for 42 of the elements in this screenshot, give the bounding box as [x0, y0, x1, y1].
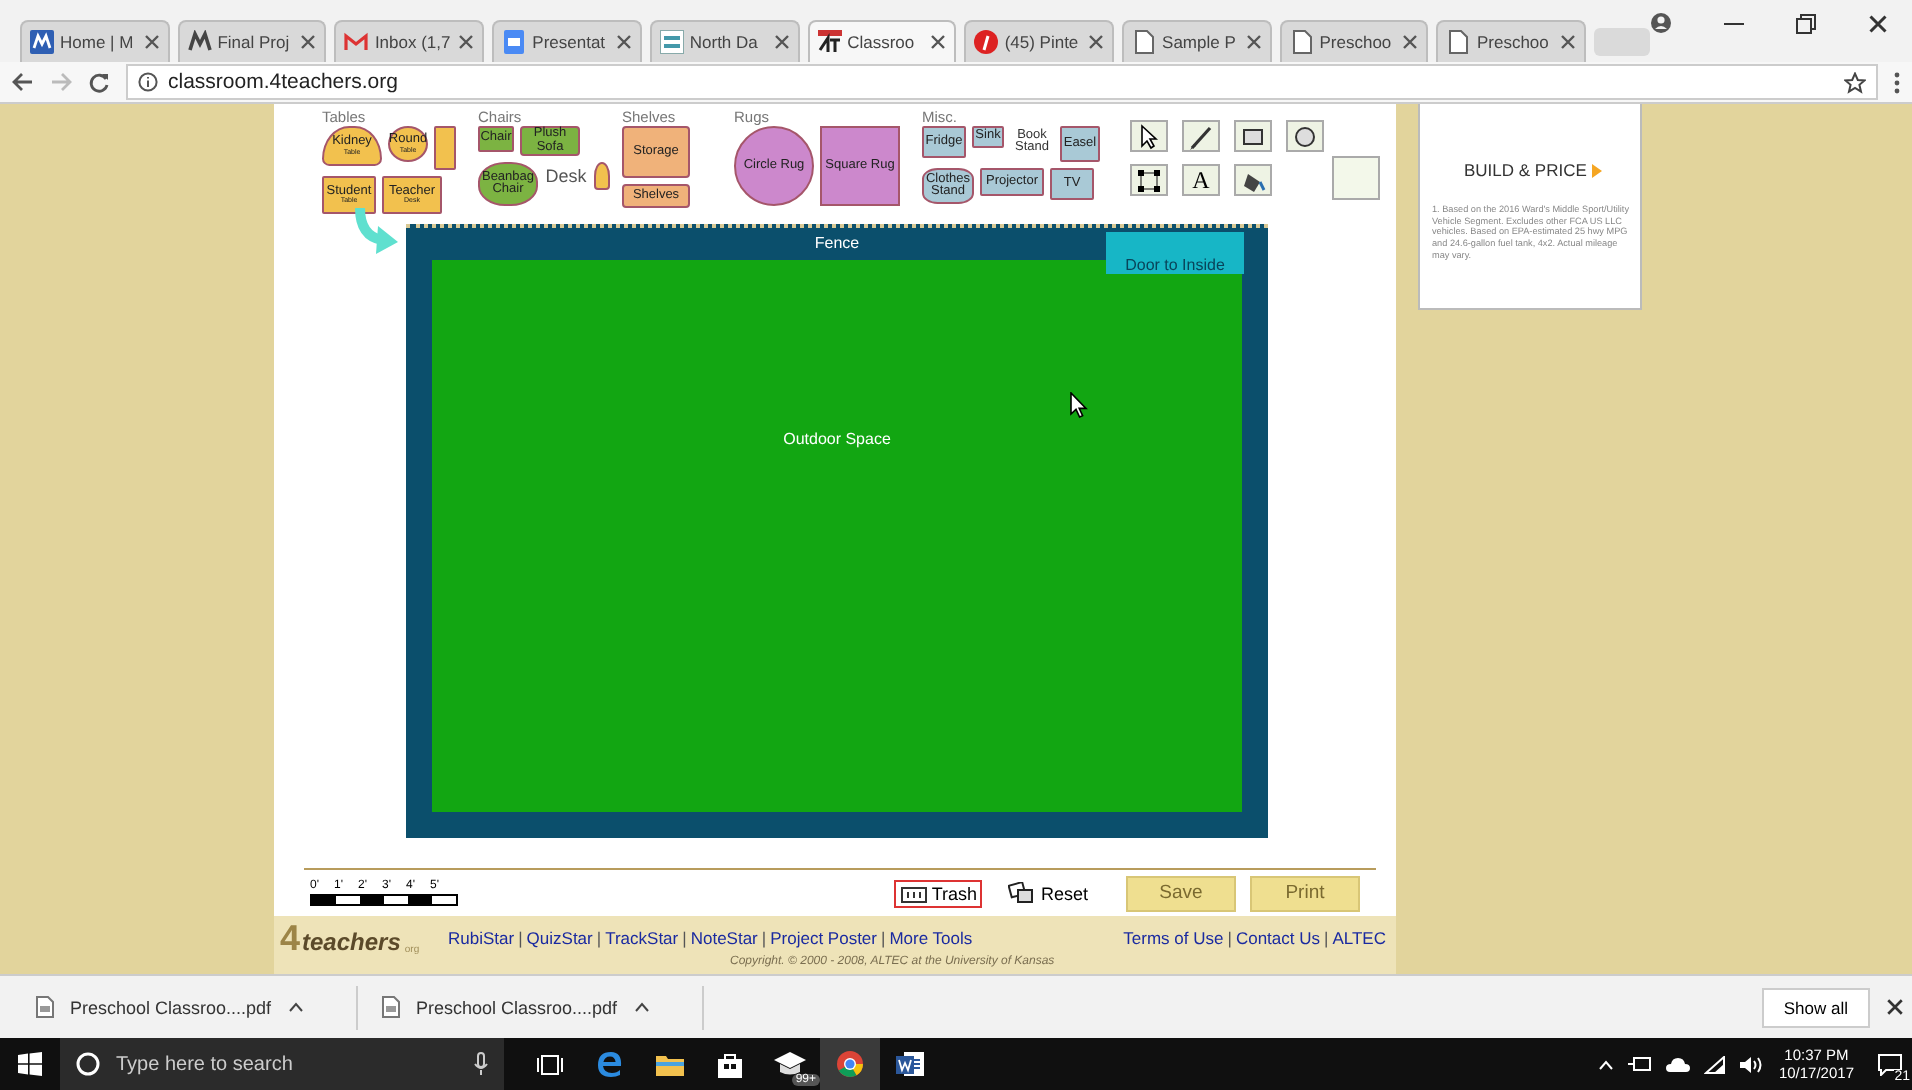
browser-tab[interactable]: Preschoo	[1279, 20, 1429, 62]
action-button[interactable]: Save	[1126, 875, 1236, 911]
taskbar-search-field[interactable]: Type here to search	[60, 1038, 504, 1090]
link-separator: |	[596, 928, 602, 948]
link-separator: |	[518, 928, 523, 948]
footer-link[interactable]: TrackStar	[605, 928, 679, 948]
fence-boundary[interactable]: Fence Outdoor Space Door to Inside	[406, 224, 1268, 838]
footer-link[interactable]: Project Poster	[770, 928, 877, 948]
browser-tab[interactable]: Classroo	[807, 20, 957, 62]
footer-link[interactable]: More Tools	[889, 928, 973, 948]
link-separator: |	[1227, 928, 1232, 948]
browser-tab[interactable]: Final Proj	[177, 20, 327, 62]
reset-button[interactable]: Reset	[1008, 882, 1088, 904]
link-separator: |	[761, 928, 767, 948]
browser-tab[interactable]: Inbox (1,7	[334, 20, 485, 62]
browser-tab[interactable]: (45) Pinte	[964, 20, 1115, 62]
door-piece[interactable]: Door to Inside	[1106, 232, 1244, 274]
trash-button[interactable]: Trash	[893, 879, 983, 907]
footer-link[interactable]: Terms of Use	[1123, 928, 1224, 948]
download-filename[interactable]: Preschool Classroo....pdf	[70, 997, 272, 1017]
show-all-button[interactable]: Show all	[1761, 987, 1870, 1027]
download-filename[interactable]: Preschool Classroo....pdf	[416, 997, 618, 1017]
browser-tab[interactable]: Preschoo	[1436, 20, 1587, 62]
footer-link[interactable]: Contact Us	[1235, 928, 1320, 948]
footer-link[interactable]: ALTEC	[1332, 928, 1386, 948]
link-separator: |	[682, 928, 687, 948]
fence-label: Fence	[814, 232, 860, 256]
text-tool-button[interactable]: A	[1182, 164, 1220, 196]
address-bar[interactable]: classroom.4teachers.org	[126, 64, 1878, 100]
browser-tab[interactable]: Presentat	[492, 20, 642, 62]
footer-link[interactable]: QuizStar	[526, 928, 593, 948]
footer-link[interactable]: RubiStar	[448, 928, 515, 948]
ad-heading[interactable]: BUILD & PRICE	[1464, 160, 1587, 180]
link-separator: |	[881, 928, 886, 948]
footer-link[interactable]: NoteStar	[690, 928, 758, 948]
browser-tab[interactable]: Sample P	[1122, 20, 1272, 62]
browser-tab[interactable]: Home | M	[20, 20, 170, 62]
browser-tab[interactable]: North Da	[649, 20, 800, 62]
link-separator: |	[1324, 928, 1329, 948]
area-label: Outdoor Space	[783, 430, 891, 450]
action-button[interactable]: Print	[1250, 875, 1360, 911]
desk-piece[interactable]: Desk	[544, 162, 588, 190]
